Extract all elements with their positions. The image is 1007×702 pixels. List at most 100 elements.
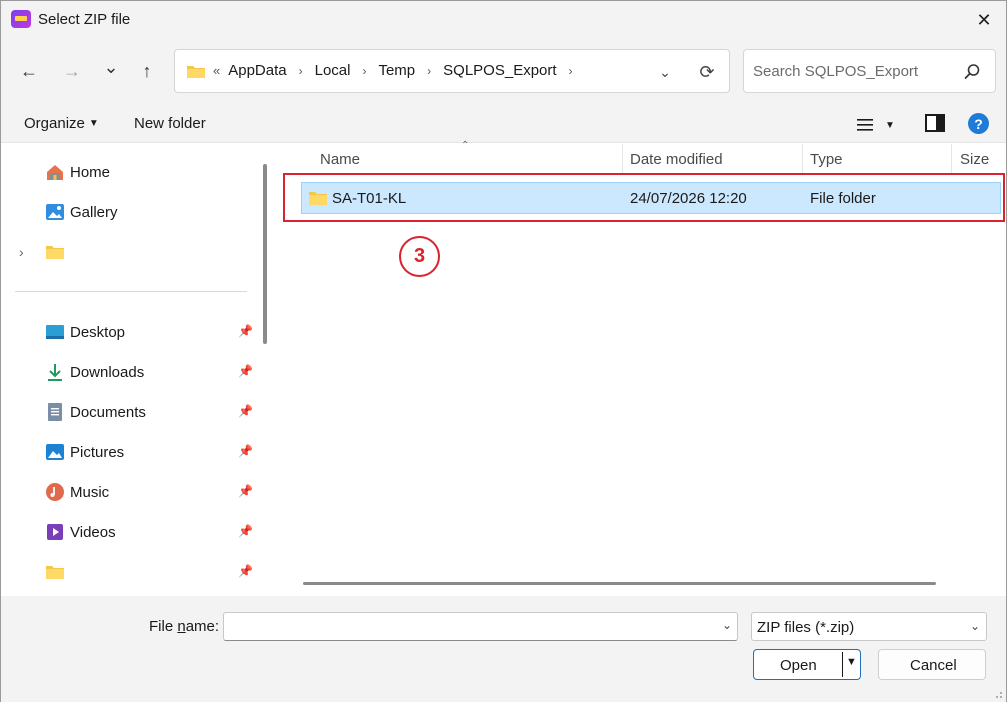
breadcrumb-overflow-icon[interactable]: « (213, 63, 220, 78)
pin-icon[interactable]: 📌 (238, 324, 253, 338)
dialog-footer: File name: ⌄ ZIP files (*.zip) ⌄ Open ▼ … (1, 596, 1006, 702)
sidebar-item-downloads[interactable]: Downloads 📌 (1, 354, 258, 390)
preview-pane-icon[interactable] (925, 114, 945, 132)
folder-icon (187, 66, 205, 78)
gallery-icon (46, 204, 64, 220)
horizontal-scrollbar[interactable] (303, 582, 936, 585)
column-header-size[interactable]: Size (952, 144, 1006, 174)
new-folder-button[interactable]: New folder (134, 115, 206, 132)
column-header-label: Type (810, 151, 843, 168)
sidebar-item-label: Downloads (70, 364, 145, 381)
chevron-down-icon: ⌄ (969, 619, 980, 633)
file-name-label-part: ame: (185, 618, 220, 635)
resize-grip-icon[interactable] (993, 689, 1003, 699)
annotation-highlight (283, 173, 1005, 222)
videos-icon (47, 524, 63, 540)
caret-down-icon: ▼ (88, 118, 99, 129)
sidebar-item-label: Videos (70, 524, 116, 541)
chevron-right-icon[interactable]: › (19, 244, 24, 260)
sidebar-item-folder[interactable]: › (1, 234, 258, 270)
sidebar-item-label: Desktop (70, 324, 126, 341)
sidebar-item-label: Music (70, 484, 110, 501)
sidebar-item-music[interactable]: Music 📌 (1, 474, 258, 510)
pin-icon[interactable]: 📌 (238, 564, 253, 578)
column-header-type[interactable]: Type (803, 144, 951, 174)
open-button-label: Open (780, 657, 817, 674)
cancel-button[interactable]: Cancel (878, 649, 986, 680)
column-header-label: Date modified (630, 151, 723, 168)
breadcrumb: « AppData › Local › Temp › SQLPOS_Export… (213, 62, 585, 79)
breadcrumb-appdata[interactable]: AppData (228, 62, 286, 79)
column-header-name[interactable]: Name (279, 144, 622, 174)
file-type-value: ZIP files (*.zip) (757, 619, 855, 636)
up-arrow-icon[interactable]: ↑ (133, 57, 161, 85)
chevron-down-icon[interactable]: ⌄ (722, 618, 732, 632)
sidebar-divider (15, 291, 247, 292)
window-title: Select ZIP file (38, 11, 131, 28)
pin-icon[interactable]: 📌 (238, 444, 253, 458)
organize-label: Organize (24, 115, 85, 132)
sidebar-item-videos[interactable]: Videos 📌 (1, 514, 258, 550)
forward-arrow-icon[interactable]: → (58, 57, 86, 85)
search-box[interactable]: Search SQLPOS_Export (743, 49, 996, 93)
breadcrumb-sqlpos-export[interactable]: SQLPOS_Export (443, 62, 556, 79)
sidebar-item-gallery[interactable]: Gallery (1, 194, 258, 230)
column-header-label: Size (960, 151, 990, 168)
column-header-date[interactable]: Date modified (623, 144, 802, 174)
address-bar[interactable]: « AppData › Local › Temp › SQLPOS_Export… (174, 49, 730, 93)
sidebar-item-pictures[interactable]: Pictures 📌 (1, 434, 258, 470)
music-icon (46, 483, 64, 501)
file-list: ⌃ Name Date modified Type Size SA-T01-KL… (279, 140, 1006, 596)
file-name-input[interactable]: ⌄ (223, 612, 738, 641)
file-name-label: File name: (149, 618, 219, 635)
sidebar-item-home[interactable]: Home (1, 154, 258, 190)
breadcrumb-temp[interactable]: Temp (378, 62, 415, 79)
file-type-select[interactable]: ZIP files (*.zip) ⌄ (751, 612, 987, 641)
home-icon (47, 165, 63, 180)
sidebar-item-label: Documents (70, 404, 146, 421)
recent-locations-chevron-icon[interactable]: ⌄ (97, 53, 125, 81)
chevron-right-icon[interactable]: › (427, 64, 431, 78)
view-options-button[interactable]: ▼ (857, 113, 899, 137)
sidebar-scrollbar[interactable] (263, 164, 267, 344)
file-dialog: Select ZIP file ✕ ← → ⌄ ↑ « AppData › Lo… (0, 0, 1007, 702)
refresh-icon[interactable]: ⟳ (695, 60, 719, 84)
open-button[interactable]: Open ▼ (753, 649, 861, 680)
back-arrow-icon[interactable]: ← (15, 57, 43, 85)
downloads-icon (48, 364, 62, 381)
caret-down-icon: ▼ (885, 119, 895, 131)
sidebar-item-desktop[interactable]: Desktop 📌 (1, 314, 258, 350)
documents-icon (48, 403, 62, 421)
search-input[interactable]: Search SQLPOS_Export (753, 63, 918, 80)
step-number-badge: 3 (399, 236, 440, 277)
sidebar-item-label: Pictures (70, 444, 125, 461)
sidebar-item-label: Gallery (70, 204, 118, 221)
help-icon[interactable]: ? (968, 113, 989, 134)
column-header-label: Name (320, 151, 361, 168)
command-bar: Organize ▼ New folder ▼ ? (1, 103, 1006, 143)
chevron-right-icon[interactable]: › (299, 64, 303, 78)
search-icon (964, 64, 980, 80)
sidebar-item-documents[interactable]: Documents 📌 (1, 394, 258, 430)
chevron-down-icon[interactable]: ⌄ (655, 62, 675, 82)
navigation-pane: Home Gallery › Desktop 📌 Downloads 📌 Doc… (1, 144, 258, 596)
pictures-icon (46, 444, 64, 460)
chevron-right-icon[interactable]: › (569, 64, 573, 78)
cancel-button-label: Cancel (910, 657, 957, 674)
organize-button[interactable]: Organize ▼ (24, 115, 99, 132)
close-button[interactable]: ✕ (962, 1, 1006, 39)
pin-icon[interactable]: 📌 (238, 364, 253, 378)
sidebar-item-folder-pinned[interactable]: 📌 (1, 554, 258, 590)
folder-icon (46, 246, 64, 259)
split-divider (842, 652, 843, 677)
chevron-right-icon[interactable]: › (362, 64, 366, 78)
file-name-label-accesskey: n (177, 618, 186, 635)
pin-icon[interactable]: 📌 (238, 404, 253, 418)
list-view-icon (857, 119, 873, 131)
pin-icon[interactable]: 📌 (238, 524, 253, 538)
pin-icon[interactable]: 📌 (238, 484, 253, 498)
breadcrumb-local[interactable]: Local (315, 62, 351, 79)
file-name-label-part: File (149, 618, 178, 635)
title-bar: Select ZIP file ✕ (1, 1, 1006, 39)
caret-down-icon[interactable]: ▼ (846, 656, 857, 668)
